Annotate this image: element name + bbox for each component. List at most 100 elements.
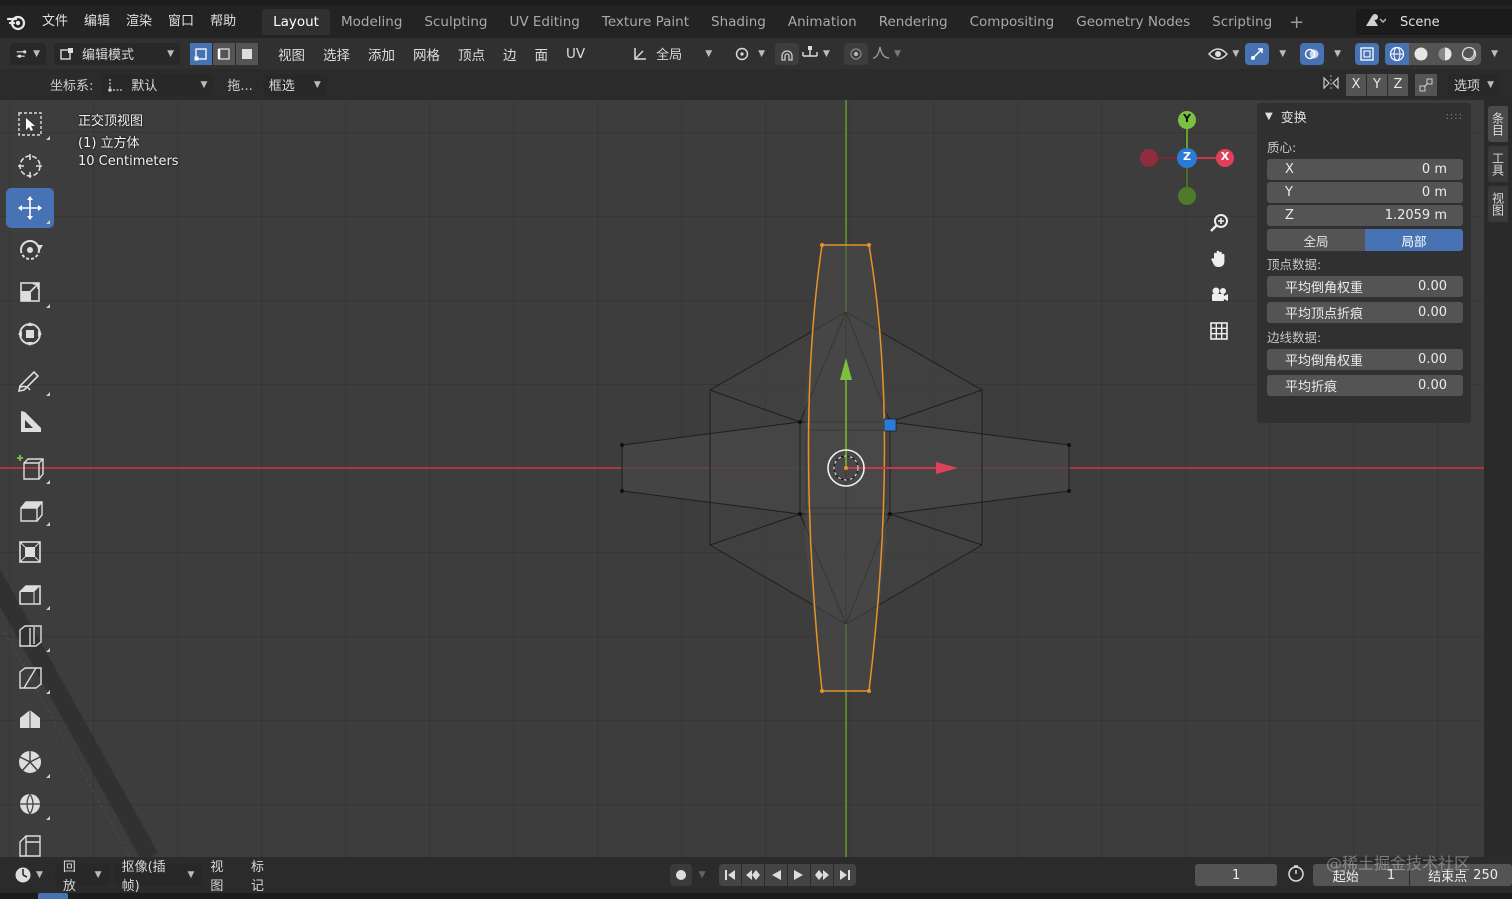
next-keyframe-button[interactable] (811, 864, 834, 886)
tool-rotate[interactable] (6, 230, 54, 270)
perspective-grid-icon[interactable] (1204, 316, 1234, 346)
add-workspace-button[interactable]: + (1283, 12, 1310, 33)
drag-handle-icon[interactable]: :::: (1446, 111, 1463, 122)
playback-dropdown[interactable]: 回放 ▼ (54, 860, 110, 894)
pan-hand-icon[interactable] (1204, 244, 1234, 274)
gizmo-toggle-button[interactable] (1245, 42, 1270, 65)
menu-edit[interactable]: 编辑 (76, 6, 118, 38)
prev-keyframe-button[interactable] (742, 864, 765, 886)
tool-bevel[interactable] (6, 574, 54, 614)
menu-window[interactable]: 窗口 (160, 6, 202, 38)
keying-dropdown[interactable]: 抠像(插帧) ▼ (113, 860, 203, 894)
pivot-point-dropdown[interactable]: ▼ (734, 43, 765, 65)
transform-section-header[interactable]: ▼ 变换 :::: (1257, 103, 1471, 129)
vertex-crease-field[interactable]: 平均顶点折痕 0.00 (1267, 302, 1463, 323)
xray-toggle-button[interactable] (1355, 42, 1380, 65)
jump-end-button[interactable] (834, 864, 857, 886)
coord-system-dropdown[interactable]: 默认 ▼ (101, 73, 214, 96)
tab-texture-paint[interactable]: Texture Paint (591, 9, 700, 35)
overlay-dropdown-caret[interactable]: ▼ (1334, 49, 1341, 59)
edge-crease-field[interactable]: 平均折痕 0.00 (1267, 375, 1463, 396)
play-button[interactable] (788, 864, 811, 886)
tool-move[interactable] (6, 188, 54, 228)
tab-geometry-nodes[interactable]: Geometry Nodes (1065, 9, 1201, 35)
face-select-button[interactable] (236, 42, 259, 65)
tool-spin[interactable] (6, 742, 54, 782)
tab-scripting[interactable]: Scripting (1201, 9, 1283, 35)
menu-view[interactable]: 视图 (269, 43, 314, 65)
mirror-y-toggle[interactable]: Y (1367, 73, 1387, 96)
tab-item[interactable]: 条目 (1488, 106, 1508, 142)
tab-compositing[interactable]: Compositing (959, 9, 1066, 35)
camera-view-icon[interactable] (1204, 280, 1234, 310)
gizmo-x-label[interactable]: X (1219, 150, 1231, 163)
scene-selector[interactable]: Scene (1356, 9, 1512, 35)
menu-help[interactable]: 帮助 (202, 6, 244, 38)
transform-orientation-dropdown[interactable]: 全局 ▼ (626, 43, 718, 65)
tool-poly-build[interactable] (6, 700, 54, 740)
overlay-toggle-button[interactable] (1300, 42, 1325, 65)
tool-loop-cut[interactable] (6, 616, 54, 656)
edge-select-button[interactable] (213, 42, 236, 65)
shading-dropdown-caret[interactable]: ▼ (1491, 49, 1498, 59)
proportional-edit-group[interactable]: ▼ (843, 42, 901, 65)
tool-smooth[interactable] (6, 784, 54, 824)
rendered-shading-button[interactable] (1457, 43, 1481, 65)
tool-inset[interactable] (6, 532, 54, 572)
mode-dropdown[interactable]: 编辑模式 ▼ (54, 42, 180, 65)
snap-group[interactable]: ▼ (775, 42, 830, 65)
gizmo-z-label[interactable]: Z (1181, 150, 1193, 163)
tool-transform[interactable] (6, 314, 54, 354)
vertex-select-button[interactable] (190, 42, 213, 65)
mirror-icon[interactable] (1322, 74, 1340, 96)
tab-sculpting[interactable]: Sculpting (413, 9, 498, 35)
menu-vertex[interactable]: 顶点 (449, 43, 494, 65)
menu-file[interactable]: 文件 (34, 6, 76, 38)
tool-select-box[interactable] (6, 104, 54, 144)
menu-uv[interactable]: UV (557, 43, 594, 65)
wireframe-shading-button[interactable] (1385, 42, 1410, 65)
global-space-button[interactable]: 全局 (1267, 229, 1365, 251)
local-space-button[interactable]: 局部 (1365, 229, 1463, 251)
material-shading-button[interactable] (1433, 43, 1457, 65)
solid-shading-button[interactable] (1409, 43, 1433, 65)
tool-extrude[interactable] (6, 490, 54, 530)
tab-modeling[interactable]: Modeling (330, 9, 413, 35)
blender-logo-icon[interactable] (0, 6, 34, 38)
menu-face[interactable]: 面 (526, 43, 558, 65)
play-reverse-button[interactable] (765, 864, 788, 886)
timeline-marker-menu[interactable]: 标记 (243, 856, 284, 894)
timeline-view-menu[interactable]: 视图 (202, 856, 243, 894)
tool-annotate[interactable] (6, 360, 54, 400)
tab-shading[interactable]: Shading (700, 9, 777, 35)
tab-tool[interactable]: 工具 (1488, 146, 1508, 182)
preview-range-icon[interactable] (1287, 864, 1305, 886)
editor-type-dropdown[interactable]: ▼ (10, 42, 46, 65)
tool-add-cube[interactable] (6, 448, 54, 488)
menu-edge[interactable]: 边 (494, 43, 526, 65)
tool-scale[interactable] (6, 272, 54, 312)
gizmo-y-label[interactable]: Y (1181, 112, 1193, 125)
record-button[interactable] (669, 864, 692, 886)
tool-cursor[interactable] (6, 146, 54, 186)
centroid-z-field[interactable]: Z 1.2059 m (1267, 205, 1463, 226)
tab-uv-editing[interactable]: UV Editing (498, 9, 590, 35)
mirror-z-toggle[interactable]: Z (1388, 73, 1408, 96)
options-dropdown[interactable]: 选项 ▼ (1448, 73, 1500, 96)
menu-render[interactable]: 渲染 (118, 6, 160, 38)
centroid-y-field[interactable]: Y0 m (1267, 182, 1463, 203)
gizmo-dropdown-caret[interactable]: ▼ (1279, 49, 1286, 59)
vertex-bevel-weight-field[interactable]: 平均倒角权重 0.00 (1267, 276, 1463, 297)
edge-bevel-weight-field[interactable]: 平均倒角权重 0.00 (1267, 349, 1463, 370)
auto-merge-toggle[interactable] (1415, 73, 1437, 96)
centroid-x-field[interactable]: X0 m (1267, 159, 1463, 180)
menu-add[interactable]: 添加 (359, 43, 404, 65)
tab-layout[interactable]: Layout (262, 9, 330, 35)
tab-view[interactable]: 视图 (1488, 186, 1508, 222)
select-mode-dropdown[interactable]: 框选 ▼ (262, 73, 327, 96)
visibility-dropdown[interactable]: ▼ (1208, 43, 1239, 65)
tab-animation[interactable]: Animation (777, 9, 868, 35)
timeline-editor-type[interactable]: ▼ (6, 866, 51, 884)
tab-rendering[interactable]: Rendering (868, 9, 959, 35)
mirror-x-toggle[interactable]: X (1346, 73, 1366, 96)
